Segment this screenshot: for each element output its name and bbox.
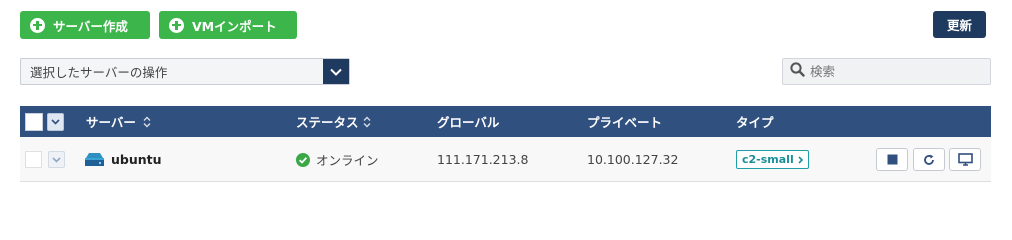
search-box[interactable] — [782, 58, 991, 85]
status-text: オンライン — [316, 153, 379, 168]
column-header-server-label: サーバー — [86, 115, 136, 130]
column-header-type: タイプ — [736, 106, 774, 137]
column-header-status-label: ステータス — [296, 115, 359, 130]
private-ip: 10.100.127.32 — [587, 152, 679, 167]
stop-button[interactable] — [876, 148, 908, 171]
type-badge[interactable]: c2-small — [736, 150, 809, 169]
create-server-label: サーバー作成 — [53, 18, 128, 34]
column-header-global-label: グローバル — [437, 115, 500, 130]
plus-circle-icon — [169, 17, 184, 33]
column-header-status[interactable]: ステータス — [296, 106, 371, 137]
table-row[interactable]: ubuntu オンライン 111.171.213.8 10.100.127.32… — [20, 137, 991, 182]
row-menu-chevron-icon[interactable] — [48, 151, 65, 168]
server-icon — [84, 152, 105, 167]
status-cell: オンライン — [296, 137, 379, 182]
column-header-server[interactable]: サーバー — [86, 106, 151, 137]
create-server-button[interactable]: サーバー作成 — [20, 11, 150, 39]
stop-icon — [887, 154, 898, 165]
select-menu-chevron-icon[interactable] — [47, 113, 64, 131]
column-header-global: グローバル — [437, 106, 499, 137]
type-badge-label: c2-small — [742, 153, 794, 166]
server-name-cell[interactable]: ubuntu — [84, 137, 162, 182]
refresh-icon — [923, 154, 935, 166]
restart-button[interactable] — [913, 148, 945, 171]
select-all-checkbox[interactable] — [25, 113, 43, 131]
refresh-button[interactable]: 更新 — [933, 11, 986, 38]
server-name[interactable]: ubuntu — [111, 152, 162, 167]
global-ip: 111.171.213.8 — [437, 152, 529, 167]
row-checkbox[interactable] — [25, 151, 42, 168]
online-check-icon — [296, 152, 310, 167]
bulk-action-selected: 選択したサーバーの操作 — [30, 65, 168, 80]
search-icon — [790, 62, 805, 81]
plus-circle-icon — [30, 17, 45, 33]
column-header-type-label: タイプ — [736, 115, 774, 130]
column-header-private-label: プライベート — [587, 115, 663, 130]
vm-import-label: VMインポート — [192, 18, 277, 34]
chevron-down-icon[interactable] — [323, 59, 349, 84]
monitor-icon — [957, 153, 973, 166]
type-cell: c2-small — [736, 137, 809, 182]
vm-import-button[interactable]: VMインポート — [159, 11, 297, 39]
chevron-right-icon — [798, 155, 803, 164]
private-ip-cell: 10.100.127.32 — [587, 137, 678, 182]
global-ip-cell: 111.171.213.8 — [437, 137, 528, 182]
sort-icon[interactable] — [143, 116, 151, 128]
column-header-private: プライベート — [587, 106, 662, 137]
console-button[interactable] — [949, 148, 981, 171]
bulk-action-select[interactable]: 選択したサーバーの操作 — [20, 58, 350, 85]
refresh-label: 更新 — [946, 18, 972, 33]
sort-icon[interactable] — [363, 116, 371, 128]
search-input[interactable] — [810, 64, 980, 79]
table-header: サーバー ステータス グローバル プライベート タイプ — [20, 106, 991, 137]
